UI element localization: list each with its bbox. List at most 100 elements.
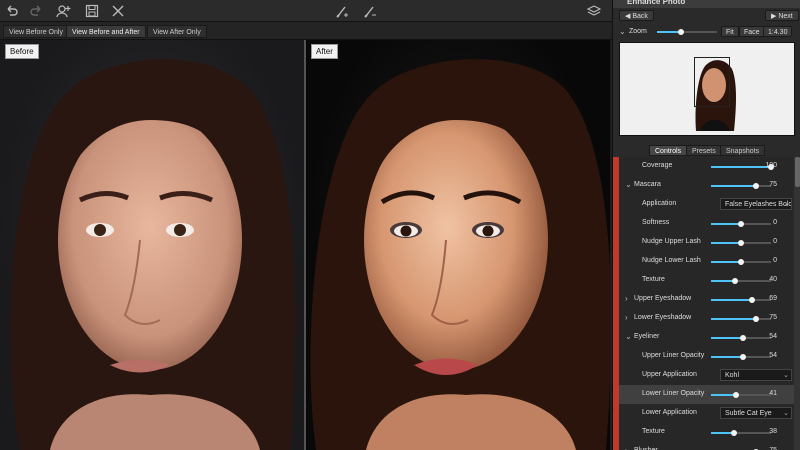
chevron-down-icon[interactable]: ⌄ <box>625 180 632 189</box>
control-value: 41 <box>769 390 777 397</box>
control-value: 100 <box>765 162 777 169</box>
control-slider[interactable] <box>711 297 771 303</box>
control-slider[interactable] <box>711 164 774 170</box>
zoom-value[interactable]: 1:4.30 <box>763 26 793 37</box>
control-row[interactable]: Softness 0 <box>619 214 797 233</box>
navigator-viewport-box[interactable] <box>694 57 730 107</box>
control-row[interactable]: › Lower Eyeshadow 75 <box>619 309 797 328</box>
chevron-down-icon[interactable]: ⌄ <box>619 27 626 36</box>
control-row[interactable]: Lower Liner Opacity 41 <box>619 385 797 404</box>
before-viewport[interactable]: Before <box>0 40 304 450</box>
control-row[interactable]: Application False Eyelashes Bold ⌄ <box>619 195 797 214</box>
panel-title: Enhance Photo <box>613 0 800 8</box>
control-row[interactable]: Lower Application Subtle Cat Eye ⌄ <box>619 404 797 423</box>
brush-minus-icon[interactable] <box>362 3 378 19</box>
panel-subtabs: Controls Presets Snapshots <box>613 143 800 157</box>
tab-view-after-only[interactable]: View After Only <box>147 25 207 38</box>
slider-fill <box>711 318 756 320</box>
zoom-slider-knob[interactable] <box>678 29 684 35</box>
control-slider[interactable] <box>711 354 771 360</box>
face-button[interactable]: Face <box>739 26 765 37</box>
control-slider[interactable] <box>711 335 771 341</box>
control-row[interactable]: Upper Liner Opacity 54 <box>619 347 797 366</box>
control-row[interactable]: Texture 38 <box>619 423 797 442</box>
control-dropdown[interactable]: Kohl ⌄ <box>720 369 792 381</box>
control-slider[interactable] <box>711 316 771 322</box>
control-row[interactable]: ›Blusher75 <box>619 442 797 450</box>
control-label: Eyeliner <box>634 333 660 340</box>
control-row[interactable]: Nudge Upper Lash 0 <box>619 233 797 252</box>
tab-view-before-and-after[interactable]: View Before and After <box>66 25 146 38</box>
control-value: 54 <box>769 352 777 359</box>
controls-scrollbar[interactable] <box>794 157 800 450</box>
redo-icon[interactable] <box>28 3 44 19</box>
chevron-right-icon[interactable]: › <box>625 446 628 450</box>
control-slider[interactable] <box>711 183 771 189</box>
zoom-row: ⌄ Zoom Fit Face 1:4.30 <box>613 25 800 39</box>
slider-knob[interactable] <box>738 240 744 246</box>
chevron-right-icon[interactable]: › <box>625 313 628 322</box>
fit-button[interactable]: Fit <box>721 26 739 37</box>
control-label: Application <box>642 200 677 207</box>
control-dropdown[interactable]: Subtle Cat Eye ⌄ <box>720 407 792 419</box>
tab-view-before-only[interactable]: View Before Only <box>3 25 69 38</box>
close-icon[interactable] <box>110 3 126 19</box>
slider-knob[interactable] <box>732 278 738 284</box>
control-slider[interactable] <box>711 240 771 246</box>
scrollbar-thumb[interactable] <box>795 157 800 187</box>
control-value: 40 <box>769 276 777 283</box>
after-viewport[interactable]: After <box>306 40 610 450</box>
before-photo <box>10 59 296 450</box>
add-face-icon[interactable] <box>56 3 72 19</box>
slider-knob[interactable] <box>738 259 744 265</box>
slider-knob[interactable] <box>731 430 737 436</box>
save-icon[interactable] <box>84 3 100 19</box>
control-value: 0 <box>773 219 777 226</box>
control-value: 69 <box>769 295 777 302</box>
slider-knob[interactable] <box>753 316 759 322</box>
control-label: Nudge Upper Lash <box>642 238 701 245</box>
control-slider[interactable] <box>711 278 771 284</box>
control-row[interactable]: ⌄ Eyeliner 54 <box>619 328 797 347</box>
control-dropdown[interactable]: False Eyelashes Bold ⌄ <box>720 198 792 210</box>
dropdown-value: Subtle Cat Eye <box>725 410 772 417</box>
control-label: Texture <box>642 276 665 283</box>
chevron-right-icon[interactable]: › <box>625 294 628 303</box>
layers-icon[interactable] <box>586 3 602 19</box>
control-row[interactable]: Nudge Lower Lash 0 <box>619 252 797 271</box>
control-slider[interactable] <box>711 430 771 436</box>
back-button[interactable]: ◀ Back <box>619 10 654 21</box>
slider-knob[interactable] <box>749 297 755 303</box>
navigator-preview[interactable] <box>619 42 795 136</box>
control-row[interactable]: ⌄ Mascara 75 <box>619 176 797 195</box>
next-label: Next <box>778 13 793 20</box>
control-label: Softness <box>642 219 670 226</box>
control-row[interactable]: › Upper Eyeshadow 69 <box>619 290 797 309</box>
dropdown-value: Kohl <box>725 372 740 379</box>
slider-knob[interactable] <box>740 354 746 360</box>
control-slider[interactable] <box>711 221 771 227</box>
zoom-slider[interactable] <box>657 29 717 35</box>
tab-controls[interactable]: Controls <box>649 145 688 156</box>
control-slider[interactable] <box>711 392 771 398</box>
control-label: Upper Eyeshadow <box>634 295 692 302</box>
after-label: After <box>311 44 338 59</box>
slider-knob[interactable] <box>738 221 744 227</box>
slider-knob[interactable] <box>740 335 746 341</box>
slider-fill <box>711 185 756 187</box>
next-button[interactable]: ▶ Next <box>765 10 799 21</box>
slider-knob[interactable] <box>753 183 759 189</box>
control-row[interactable]: Texture 40 <box>619 271 797 290</box>
tab-presets[interactable]: Presets <box>686 145 722 156</box>
control-slider[interactable] <box>711 259 771 265</box>
tab-snapshots[interactable]: Snapshots <box>720 145 766 156</box>
control-label: Lower Liner Opacity <box>642 390 705 397</box>
dropdown-value: False Eyelashes Bold <box>725 201 792 208</box>
brush-plus-icon[interactable] <box>334 3 350 19</box>
control-row[interactable]: Upper Application Kohl ⌄ <box>619 366 797 385</box>
control-row[interactable]: Coverage 100 <box>619 157 797 176</box>
control-value: 38 <box>769 428 777 435</box>
slider-knob[interactable] <box>733 392 739 398</box>
undo-icon[interactable] <box>4 3 20 19</box>
chevron-down-icon[interactable]: ⌄ <box>625 332 632 341</box>
